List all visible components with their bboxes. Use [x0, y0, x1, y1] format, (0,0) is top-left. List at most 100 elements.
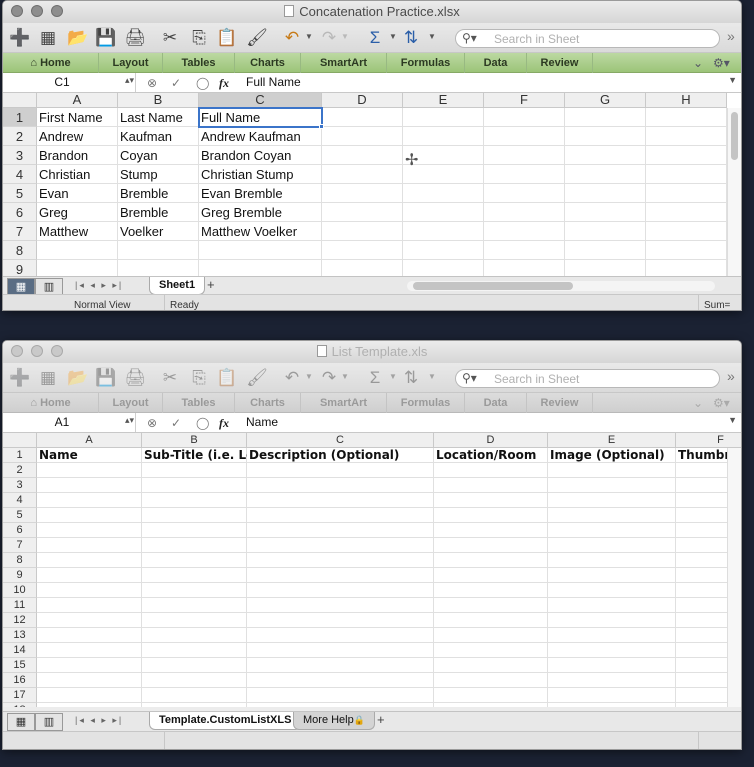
select-all-corner[interactable] [3, 433, 37, 448]
cell-c2[interactable]: Andrew Kaufman [199, 127, 322, 146]
row-header-1[interactable]: 1 [3, 108, 37, 127]
cell-c1[interactable]: Description (Optional) [247, 448, 434, 463]
cut-icon[interactable]: ✂ [159, 367, 181, 389]
cell-b6[interactable]: Bremble [118, 203, 199, 222]
tab-home[interactable]: ⌂ Home [3, 393, 99, 413]
row-header-1[interactable]: 1 [3, 448, 37, 463]
formula-expand-icon[interactable]: ▼ [728, 75, 737, 85]
paste-icon[interactable]: 📋 [216, 27, 238, 49]
cell-a5[interactable]: Evan [37, 184, 118, 203]
close-button[interactable] [11, 5, 23, 17]
copy-icon[interactable]: ⎘ [188, 27, 210, 49]
column-header-b[interactable]: B [142, 433, 247, 448]
tab-data[interactable]: Data [465, 53, 527, 73]
tab-tables[interactable]: Tables [163, 393, 235, 413]
tab-formulas[interactable]: Formulas [387, 53, 465, 73]
column-header-c[interactable]: C [199, 93, 322, 108]
paste-icon[interactable]: 📋 [216, 367, 238, 389]
column-header-a[interactable]: A [37, 93, 118, 108]
toolbar-overflow-icon[interactable]: » [727, 368, 735, 384]
row-header-16[interactable]: 16 [3, 673, 37, 688]
template-gallery-icon[interactable]: ▦ [37, 367, 59, 389]
copy-icon[interactable]: ⎘ [188, 367, 210, 389]
redo-dropdown-icon[interactable]: ▼ [341, 32, 349, 41]
tab-data[interactable]: Data [465, 393, 527, 413]
column-header-c[interactable]: C [247, 433, 434, 448]
sheet-tab-sheet1[interactable]: Sheet1 [149, 277, 206, 295]
sort-dropdown-icon[interactable]: ▼ [428, 32, 436, 41]
status-sum[interactable]: Sum= [699, 295, 741, 310]
open-icon[interactable]: 📂 [67, 27, 89, 49]
column-header-h[interactable]: H [646, 93, 727, 108]
row-header-7[interactable]: 7 [3, 538, 37, 553]
cell-b5[interactable]: Bremble [118, 184, 199, 203]
tab-charts[interactable]: Charts [235, 53, 301, 73]
horizontal-scrollbar[interactable] [407, 281, 715, 291]
cell-a6[interactable]: Greg [37, 203, 118, 222]
column-header-e[interactable]: E [548, 433, 676, 448]
row-header-17[interactable]: 17 [3, 688, 37, 703]
minimize-button[interactable] [31, 345, 43, 357]
ribbon-collapse-icon[interactable]: ⌄ [693, 53, 703, 73]
print-icon[interactable]: 🖨 [124, 367, 146, 389]
undo-dropdown-icon[interactable]: ▼ [305, 372, 313, 381]
cancel-edit-icon[interactable]: ⊗ [147, 74, 157, 92]
cell-a3[interactable]: Brandon [37, 146, 118, 165]
vertical-scrollbar[interactable] [727, 448, 741, 707]
cell-a4[interactable]: Christian [37, 165, 118, 184]
fill-handle[interactable] [319, 124, 324, 129]
cell-b2[interactable]: Kaufman [118, 127, 199, 146]
column-header-a[interactable]: A [37, 433, 142, 448]
ribbon-collapse-icon[interactable]: ⌄ [693, 393, 703, 413]
formula-input[interactable]: Name [246, 413, 278, 432]
new-document-icon[interactable]: ➕ [9, 27, 31, 49]
cell-c4[interactable]: Christian Stump [199, 165, 322, 184]
name-box-stepper-icon[interactable]: ▴▾ [125, 415, 134, 426]
sort-dropdown-icon[interactable]: ▼ [428, 372, 436, 381]
tab-smartart[interactable]: SmartArt [301, 393, 387, 413]
row-header-18[interactable]: 18 [3, 703, 37, 707]
format-painter-icon[interactable]: 🖌 [246, 27, 268, 49]
tab-review[interactable]: Review [527, 53, 593, 73]
confirm-edit-icon[interactable]: ✓ [171, 414, 181, 432]
sort-icon[interactable]: ⇅ [400, 27, 422, 49]
column-header-b[interactable]: B [118, 93, 199, 108]
add-sheet-button[interactable]: + [207, 277, 215, 292]
name-box-stepper-icon[interactable]: ▴▾ [125, 75, 134, 86]
column-header-e[interactable]: E [403, 93, 484, 108]
column-header-d[interactable]: D [434, 433, 548, 448]
new-document-icon[interactable]: ➕ [9, 367, 31, 389]
cell-d1[interactable]: Location/Room [434, 448, 548, 463]
cell-c5[interactable]: Evan Bremble [199, 184, 322, 203]
undo-icon[interactable]: ↶ [281, 367, 303, 389]
ribbon-settings-icon[interactable]: ⚙▾ [713, 393, 730, 413]
spreadsheet-grid[interactable]: A B C D E F G H 1 2 3 4 5 6 7 8 9 First Name Last Name Full… [3, 93, 741, 276]
autosum-dropdown-icon[interactable]: ▼ [389, 32, 397, 41]
select-all-corner[interactable] [3, 93, 37, 108]
row-header-5[interactable]: 5 [3, 184, 37, 203]
zoom-button[interactable] [51, 345, 63, 357]
horizontal-scroll-thumb[interactable] [413, 282, 573, 290]
column-header-g[interactable]: G [565, 93, 646, 108]
page-layout-view-button[interactable]: ▥ [35, 713, 63, 731]
cancel-edit-icon[interactable]: ⊗ [147, 414, 157, 432]
cell-a7[interactable]: Matthew [37, 222, 118, 241]
row-header-6[interactable]: 6 [3, 203, 37, 222]
row-header-2[interactable]: 2 [3, 463, 37, 478]
row-header-3[interactable]: 3 [3, 478, 37, 493]
redo-dropdown-icon[interactable]: ▼ [341, 372, 349, 381]
cell-c7[interactable]: Matthew Voelker [199, 222, 322, 241]
formula-expand-icon[interactable]: ▼ [728, 415, 737, 425]
autosum-icon[interactable]: Σ [364, 367, 386, 389]
cell-b7[interactable]: Voelker [118, 222, 199, 241]
function-wizard-icon[interactable]: ◯ [196, 74, 209, 92]
search-box[interactable]: ⚲▾ [455, 29, 720, 48]
search-box[interactable]: ⚲▾ [455, 369, 720, 388]
row-header-15[interactable]: 15 [3, 658, 37, 673]
formula-input[interactable]: Full Name [246, 73, 301, 92]
print-icon[interactable]: 🖨 [124, 27, 146, 49]
tab-smartart[interactable]: SmartArt [301, 53, 387, 73]
toolbar-overflow-icon[interactable]: » [727, 28, 735, 44]
vertical-scrollbar[interactable] [727, 108, 741, 276]
column-header-d[interactable]: D [322, 93, 403, 108]
